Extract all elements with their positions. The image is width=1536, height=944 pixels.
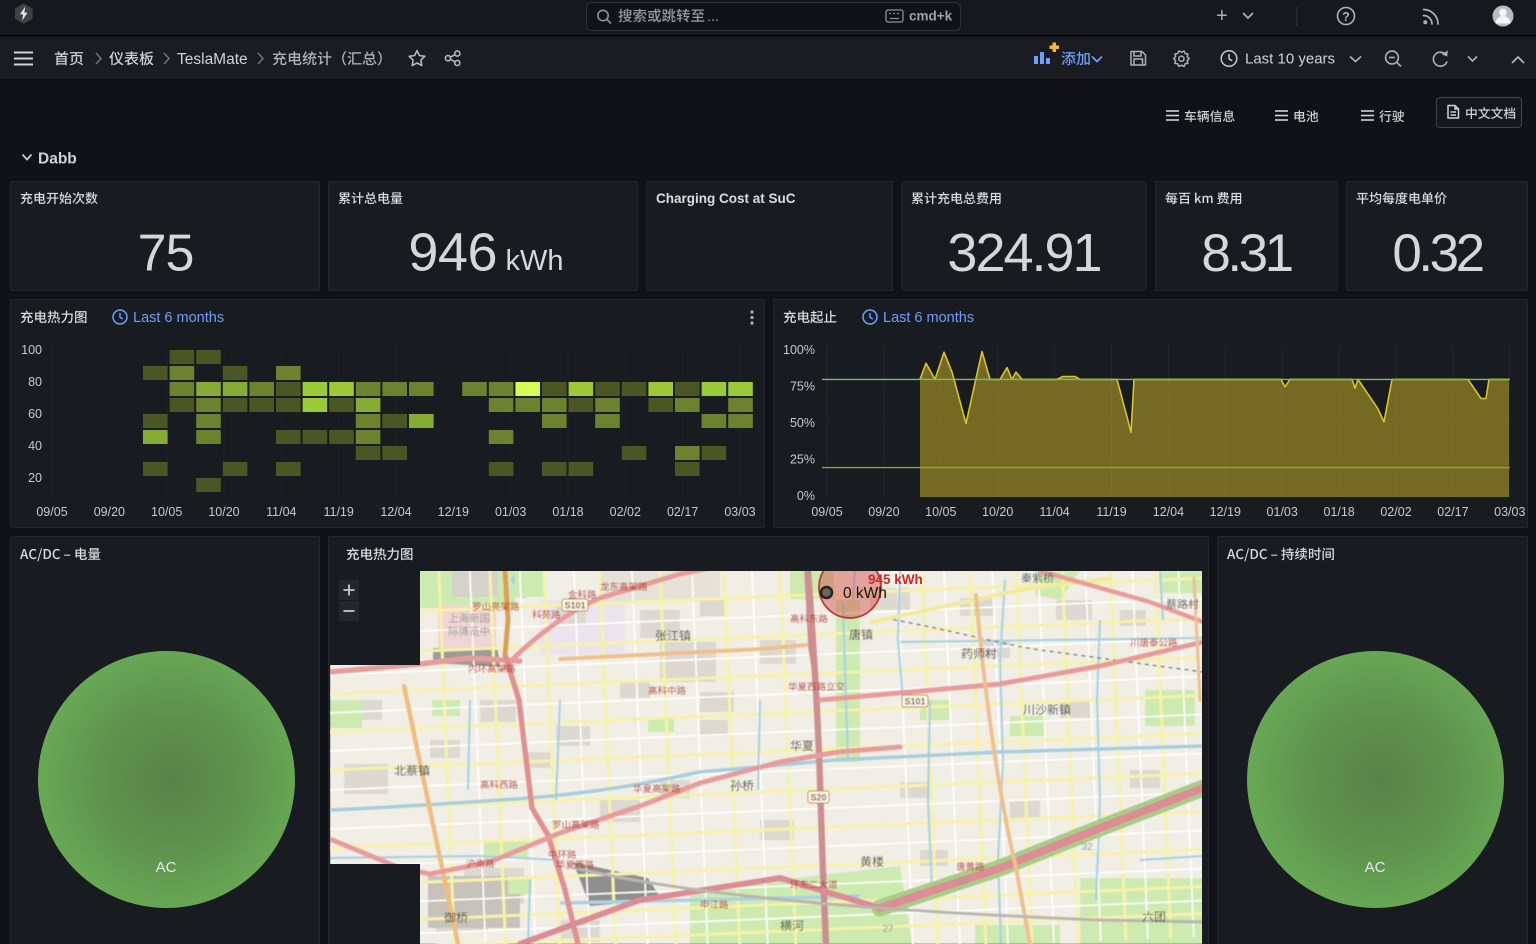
svg-text:Charging Cost at SuC: Charging Cost at SuC: [656, 191, 796, 206]
svg-text:10/20: 10/20: [208, 505, 239, 519]
svg-text:75: 75: [138, 225, 194, 283]
svg-text:12/19: 12/19: [1210, 505, 1241, 519]
svg-text:11/04: 11/04: [266, 505, 296, 519]
svg-text:02/02: 02/02: [1380, 505, 1411, 519]
svg-text:0%: 0%: [797, 489, 815, 503]
svg-text:11/19: 11/19: [323, 505, 353, 519]
svg-text:AC: AC: [156, 859, 177, 876]
svg-text:40: 40: [28, 439, 42, 453]
svg-text:09/05: 09/05: [811, 505, 842, 519]
svg-text:80: 80: [28, 375, 42, 389]
svg-text:324.91: 324.91: [947, 223, 1100, 283]
svg-text:03/03: 03/03: [1494, 505, 1525, 519]
svg-text:09/20: 09/20: [94, 505, 125, 519]
svg-text:S101: S101: [904, 697, 925, 707]
svg-text:12/04: 12/04: [380, 505, 411, 519]
svg-text:?: ?: [1342, 10, 1350, 24]
svg-text:S20: S20: [810, 793, 826, 803]
svg-text:0 kWh: 0 kWh: [843, 585, 887, 602]
svg-text:60: 60: [28, 407, 42, 421]
svg-text:cmd+k: cmd+k: [909, 9, 953, 24]
svg-text:946: 946: [408, 223, 497, 283]
svg-text:02/17: 02/17: [1437, 505, 1468, 519]
svg-text:75%: 75%: [790, 380, 815, 394]
svg-text:11/19: 11/19: [1096, 505, 1126, 519]
svg-text:10/05: 10/05: [151, 505, 182, 519]
svg-text:100%: 100%: [783, 343, 815, 357]
svg-text:10/05: 10/05: [925, 505, 956, 519]
svg-text:25%: 25%: [790, 453, 815, 467]
svg-text:30: 30: [956, 876, 968, 887]
svg-text:10/20: 10/20: [982, 505, 1013, 519]
svg-text:0.32: 0.32: [1392, 224, 1482, 283]
svg-text:Last 6 months: Last 6 months: [133, 310, 224, 326]
svg-text:kWh: kWh: [506, 245, 564, 277]
svg-text:02/02: 02/02: [610, 505, 641, 519]
svg-text:8.31: 8.31: [1201, 224, 1291, 283]
svg-text:12/19: 12/19: [438, 505, 469, 519]
svg-text:09/20: 09/20: [868, 505, 899, 519]
svg-text:...: ...: [707, 9, 719, 25]
svg-text:11/04: 11/04: [1039, 505, 1069, 519]
svg-text:Dabb: Dabb: [38, 151, 77, 168]
svg-text:TeslaMate: TeslaMate: [177, 51, 248, 68]
svg-text:02/17: 02/17: [667, 505, 698, 519]
svg-text:32: 32: [1081, 842, 1093, 853]
svg-text:01/18: 01/18: [552, 505, 583, 519]
svg-text:100: 100: [21, 343, 42, 357]
svg-text:01/03: 01/03: [495, 505, 526, 519]
svg-text:03/03: 03/03: [724, 505, 755, 519]
svg-text:+: +: [1216, 5, 1228, 27]
svg-text:S101: S101: [564, 601, 585, 611]
svg-text:12/04: 12/04: [1153, 505, 1184, 519]
svg-text:01/18: 01/18: [1323, 505, 1354, 519]
svg-text:Last 6 months: Last 6 months: [883, 310, 974, 326]
svg-text:09/05: 09/05: [36, 505, 67, 519]
svg-text:20: 20: [28, 471, 42, 485]
svg-text:AC: AC: [1365, 859, 1386, 876]
svg-text:50%: 50%: [790, 416, 815, 430]
svg-text:01/03: 01/03: [1267, 505, 1298, 519]
svg-text:27: 27: [882, 924, 894, 935]
svg-text:Last 10 years: Last 10 years: [1245, 51, 1335, 68]
